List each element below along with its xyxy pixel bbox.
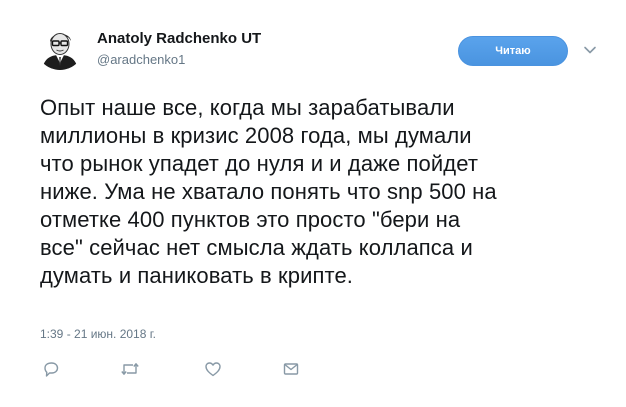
author-display-name[interactable]: Anatoly Radchenko UT — [97, 30, 261, 48]
more-options-button[interactable] — [582, 42, 598, 58]
tweet: Anatoly Radchenko UT @aradchenko1 Читаю … — [0, 0, 626, 407]
tweet-author[interactable]: Anatoly Radchenko UT @aradchenko1 — [97, 30, 261, 68]
like-icon — [205, 362, 221, 377]
chevron-down-icon — [584, 46, 596, 54]
author-screen-name[interactable]: @aradchenko1 — [97, 52, 261, 68]
following-button[interactable]: Читаю — [458, 36, 568, 66]
reply-icon — [44, 362, 59, 377]
reply-button[interactable] — [40, 358, 62, 380]
like-button[interactable] — [202, 358, 224, 380]
direct-message-icon — [283, 363, 299, 375]
retweet-icon — [121, 363, 139, 375]
direct-message-button[interactable] — [280, 358, 302, 380]
tweet-actions — [40, 358, 310, 380]
retweet-button[interactable] — [119, 358, 141, 380]
avatar-portrait-icon — [36, 22, 84, 70]
avatar[interactable] — [36, 22, 84, 70]
tweet-text: Опыт наше все, когда мы зарабатывали мил… — [40, 95, 497, 288]
tweet-timestamp[interactable]: 1:39 - 21 июн. 2018 г. — [40, 327, 156, 341]
